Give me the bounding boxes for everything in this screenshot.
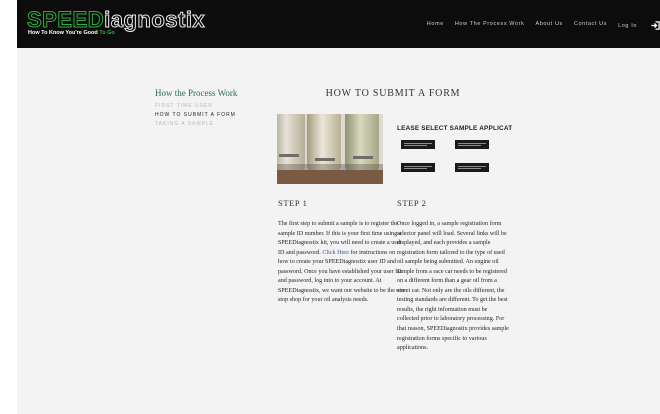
form-button-4[interactable] [455,163,489,172]
step-1-text-end: for instructions on how to create your S… [278,249,406,304]
sidebar-item-how-to-submit-a-form[interactable]: HOW TO SUBMIT A FORM [155,112,245,119]
step-2-text: Once logged in, a sample registration fo… [397,221,509,352]
select-application-heading: LEASE SELECT SAMPLE APPLICATIC [397,125,512,132]
logo-speed: SPEED [26,7,105,32]
form-button-1[interactable] [401,140,435,149]
step-1-text: The first step to submit a sample is to … [278,220,406,306]
tagline-accent: To Go [99,30,115,36]
bottle-label-3 [353,156,373,159]
sidebar-title[interactable]: How the Process Work [155,88,245,98]
logo-tagline: How To Know You're Good To Go [28,30,115,36]
login-label: Log In [618,22,637,29]
step-2-title: STEP 2 [397,198,427,208]
sidebar-item-first-time-user[interactable]: FIRST TIME USER [155,103,245,110]
sidebar-item-taking-a-sample[interactable]: TAKING A SAMPLE [155,121,245,128]
form-button-2[interactable] [455,140,489,149]
bottle-label-1 [279,154,299,157]
page-background [17,0,660,414]
image-floor [277,170,383,184]
nav-about-us[interactable]: About Us [535,21,562,30]
sidebar-nav: How the Process Work FIRST TIME USER HOW… [155,88,245,128]
nav-login[interactable]: Log In [618,21,660,30]
logo-wordmark: SPEEDiagnostix [26,7,206,32]
tagline-main: How To Know You're Good [28,30,98,36]
login-arrow-icon [651,21,660,30]
nav-contact-us[interactable]: Contact Us [574,21,607,30]
nav-home[interactable]: Home [427,21,444,30]
logo-diag: iagnostix [104,7,206,32]
nav-how-the-process-work[interactable]: How The Process Work [455,21,525,30]
sample-bottles-image [277,114,383,184]
click-here-link[interactable]: Click Here [322,250,349,256]
bottle-label-2 [315,158,335,161]
page-title: HOW TO SUBMIT A FORM [325,88,461,99]
site-header: SPEEDiagnostix How To Know You're Good T… [17,0,660,48]
main-nav: Home How The Process Work About Us Conta… [427,21,660,30]
step-1-title: STEP 1 [278,198,308,208]
form-button-3[interactable] [401,163,435,172]
